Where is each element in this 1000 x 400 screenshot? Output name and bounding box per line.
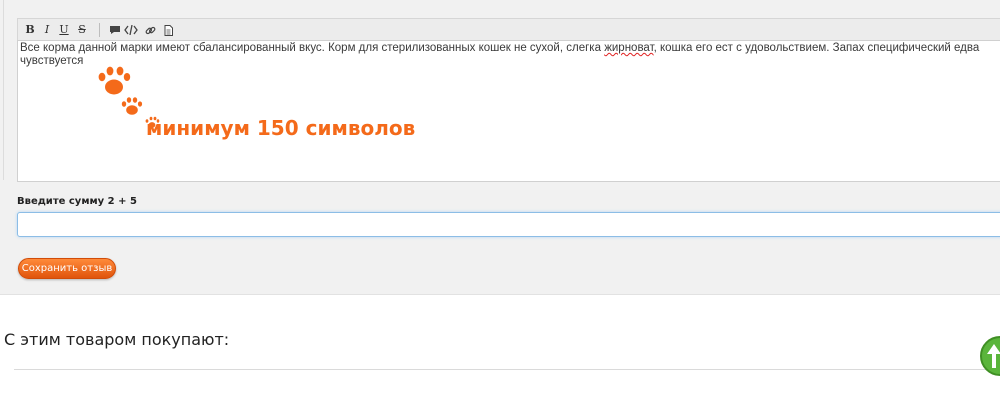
quote-button[interactable]	[107, 22, 123, 38]
source-button[interactable]	[160, 22, 176, 38]
code-button[interactable]	[123, 22, 139, 38]
italic-button[interactable]: I	[39, 22, 55, 38]
min-length-hint: минимум 150 символов	[146, 116, 416, 140]
review-text-editor[interactable]: Все корма данной марки имеют сбалансиров…	[17, 40, 1000, 182]
page: B I U S Все корма данной марки имеют сба…	[0, 0, 1000, 400]
toolbar-separator	[99, 23, 100, 37]
review-form-panel: B I U S Все корма данной марки имеют сба…	[0, 0, 1000, 295]
captcha-input[interactable]	[17, 212, 1000, 237]
bold-button[interactable]: B	[22, 22, 38, 38]
panel-divider	[3, 0, 4, 180]
scroll-top-icon	[987, 344, 1000, 368]
link-icon	[145, 26, 155, 35]
code-icon	[124, 25, 138, 35]
comment-icon	[110, 26, 120, 34]
review-text[interactable]: Все корма данной марки имеют сбалансиров…	[20, 42, 990, 68]
scroll-top-button[interactable]	[980, 336, 1000, 376]
review-text-part: Все корма данной марки имеют сбалансиров…	[20, 42, 605, 54]
related-products-title: С этим товаром покупают:	[4, 330, 230, 349]
divider	[14, 369, 1000, 370]
captcha-label: Введите сумму 2 + 5	[17, 196, 137, 207]
document-icon	[164, 25, 173, 36]
editor-toolbar: B I U S	[17, 18, 1000, 40]
underline-button[interactable]: U	[56, 22, 72, 38]
misspelled-word: жирноват	[604, 42, 654, 54]
link-button[interactable]	[142, 22, 158, 38]
save-review-button[interactable]: Сохранить отзыв	[18, 258, 116, 279]
strikethrough-button[interactable]: S	[74, 22, 90, 38]
